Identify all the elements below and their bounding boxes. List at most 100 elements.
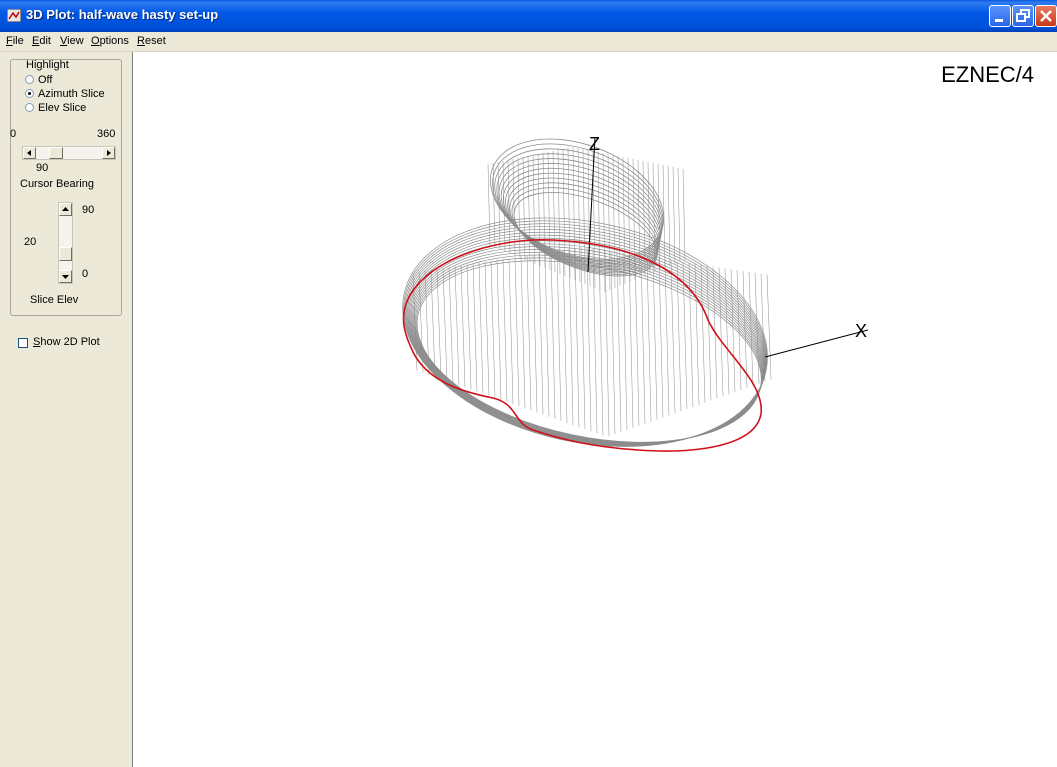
slice-elev-thumb[interactable] — [59, 247, 72, 262]
radiation-pattern-3d: ZX — [402, 134, 869, 452]
mesh-upper-meridian — [667, 165, 671, 267]
mesh-upper-meridian — [677, 167, 681, 263]
scroll-up-button[interactable] — [59, 203, 72, 216]
mesh-meridian — [736, 270, 742, 391]
mesh-meridian — [454, 266, 460, 386]
mesh-meridian — [520, 256, 526, 409]
mesh-meridian — [478, 262, 484, 394]
mesh-meridian — [490, 260, 496, 398]
radio-off[interactable]: Off — [25, 74, 52, 86]
menu-bar: File Edit View Options Reset — [0, 32, 1057, 52]
menu-options[interactable]: Options — [91, 35, 129, 47]
menu-options-accel: O — [91, 35, 100, 47]
cursor-bearing-thumb[interactable] — [49, 147, 63, 159]
mesh-upper-meridian — [577, 147, 581, 283]
mesh-meridian — [484, 261, 490, 396]
mesh-meridian — [730, 269, 736, 393]
arrow-up-icon — [62, 207, 69, 211]
cursor-bearing-value: 90 — [36, 162, 49, 174]
cursor-bearing-max: 360 — [97, 128, 116, 140]
menu-reset[interactable]: Reset — [137, 35, 166, 47]
radio-elev-slice-circle[interactable] — [25, 103, 34, 112]
menu-view[interactable]: View — [60, 35, 84, 47]
show-2d-plot-rest: how 2D Plot — [40, 336, 100, 348]
x-axis-line — [764, 329, 869, 358]
mesh-meridian — [628, 253, 634, 428]
mesh-meridian — [664, 259, 670, 416]
mesh-meridian — [532, 254, 538, 413]
mesh-meridian — [634, 254, 640, 426]
radio-azimuth-slice-label: Azimuth Slice — [38, 88, 105, 100]
radio-azimuth-slice-circle[interactable] — [25, 89, 34, 98]
mesh-ring — [402, 217, 768, 447]
mesh-upper-meridian — [487, 163, 491, 247]
radio-off-circle[interactable] — [25, 75, 34, 84]
arrow-right-icon — [107, 150, 111, 156]
slice-elev-scrollbar[interactable] — [58, 202, 73, 284]
mesh-meridian — [550, 251, 556, 419]
menu-edit-rest: dit — [39, 35, 51, 47]
mesh-meridian — [646, 256, 652, 422]
mesh-meridian — [640, 255, 646, 424]
mesh-meridian — [574, 248, 580, 428]
mesh-meridian — [766, 274, 772, 380]
mesh-meridian — [586, 247, 592, 432]
show-2d-plot-checkbox[interactable] — [18, 338, 28, 348]
mesh-meridian — [616, 252, 622, 433]
radio-off-label: Off — [38, 74, 53, 86]
mesh-ring — [412, 249, 764, 444]
cursor-bearing-label: Cursor Bearing — [20, 178, 94, 190]
menu-file[interactable]: File — [6, 35, 24, 47]
window-title: 3D Plot: half-wave hasty set-up — [26, 7, 219, 22]
title-bar[interactable]: 3D Plot: half-wave hasty set-up — [0, 0, 1057, 32]
scroll-down-button[interactable] — [59, 270, 72, 283]
control-panel: Highlight Off Azimuth Slice Elev Slice 0… — [0, 52, 133, 767]
mesh-upper-meridian — [517, 157, 521, 259]
cursor-bearing-min: 0 — [10, 128, 17, 140]
mesh-meridian — [568, 249, 574, 426]
restore-button[interactable] — [1012, 5, 1034, 27]
z-axis-label: Z — [589, 134, 600, 154]
radio-azimuth-slice[interactable]: Azimuth Slice — [25, 88, 105, 100]
mesh-meridian — [526, 255, 532, 411]
mesh-meridian — [604, 250, 610, 437]
slice-elev-min: 0 — [82, 268, 89, 280]
mesh-meridian — [460, 265, 466, 388]
mesh-meridian — [496, 259, 502, 400]
mesh-meridian — [670, 260, 676, 414]
mesh-meridian — [754, 272, 760, 384]
slice-elev-max: 90 — [82, 204, 95, 216]
restore-icon — [1016, 9, 1030, 22]
minimize-button[interactable] — [989, 5, 1011, 27]
menu-reset-rest: eset — [144, 35, 166, 47]
menu-file-accel: F — [6, 35, 13, 47]
mesh-meridian — [652, 257, 658, 420]
radio-elev-slice-label: Elev Slice — [38, 102, 87, 114]
mesh-upper-meridian — [532, 154, 536, 265]
x-axis-label: X — [855, 321, 867, 341]
plot-canvas[interactable]: EZNEC/4 ZX — [133, 52, 1057, 767]
mesh-meridian — [718, 267, 724, 397]
close-button[interactable] — [1035, 5, 1057, 27]
mesh-upper-meridian — [682, 168, 686, 261]
mesh-ring — [406, 229, 767, 446]
arrow-down-icon — [62, 275, 69, 279]
mesh-meridian — [514, 257, 520, 407]
mesh-meridian — [544, 252, 550, 417]
radio-elev-slice[interactable]: Elev Slice — [25, 102, 86, 114]
scroll-left-button[interactable] — [23, 147, 36, 159]
highlight-group-label: Highlight — [24, 59, 71, 71]
menu-edit[interactable]: Edit — [32, 35, 51, 47]
mesh-meridian — [556, 250, 562, 421]
mesh-upper-meridian — [492, 162, 496, 249]
scroll-right-button[interactable] — [102, 147, 115, 159]
show-2d-plot-label[interactable]: Show 2D Plot — [33, 336, 100, 348]
mesh-meridian — [508, 258, 514, 405]
cursor-bearing-scrollbar[interactable] — [22, 146, 116, 160]
app-icon — [7, 9, 21, 22]
arrow-left-icon — [27, 150, 31, 156]
menu-file-rest: ile — [12, 35, 24, 47]
mesh-meridian — [466, 264, 472, 390]
minimize-icon — [995, 19, 1003, 22]
menu-view-rest: iew — [67, 35, 84, 47]
